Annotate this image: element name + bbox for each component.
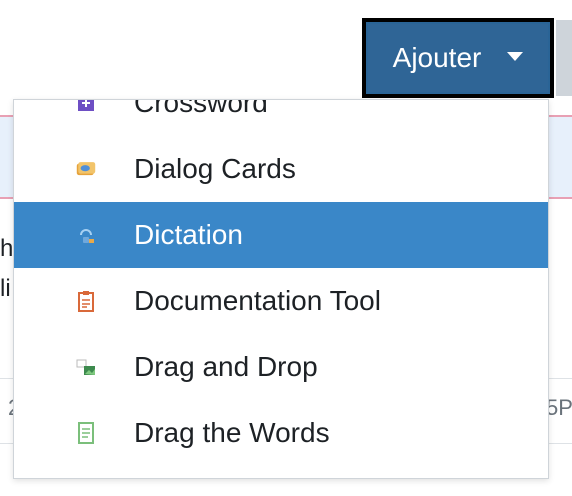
add-button-label: Ajouter (392, 42, 482, 73)
drag-the-words-icon (76, 422, 96, 444)
menu-item-crossword[interactable]: Crossword (14, 99, 548, 136)
menu-item-label: Drag and Drop (134, 351, 318, 382)
menu-item-dictation[interactable]: Dictation (14, 202, 548, 268)
add-content-button[interactable]: Ajouter (362, 18, 554, 98)
caret-down-icon (507, 51, 524, 61)
table-cell: 5P (546, 395, 572, 420)
background-text: li (0, 275, 11, 302)
menu-item-drag-and-drop[interactable]: Drag and Drop (14, 334, 548, 400)
menu-item-drag-the-words[interactable]: Drag the Words (14, 400, 548, 466)
menu-item-dialog-cards[interactable]: Dialog Cards (14, 136, 548, 202)
menu-item-documentation-tool[interactable]: Documentation Tool (14, 268, 548, 334)
menu-item-label: Dialog Cards (134, 153, 296, 184)
content-type-dropdown: Crossword Dialog Cards Dictation Documen… (13, 99, 549, 479)
menu-item-label: Crossword (134, 99, 268, 118)
dialog-cards-icon (76, 159, 96, 179)
menu-item-label: Documentation Tool (134, 285, 381, 316)
secondary-button[interactable] (556, 20, 572, 96)
dictation-icon (76, 225, 96, 245)
drag-and-drop-icon (76, 357, 96, 377)
menu-item-label: Dictation (134, 219, 243, 250)
documentation-tool-icon (76, 291, 96, 312)
menu-item-label: Drag the Words (134, 417, 330, 448)
crossword-icon (76, 100, 96, 113)
